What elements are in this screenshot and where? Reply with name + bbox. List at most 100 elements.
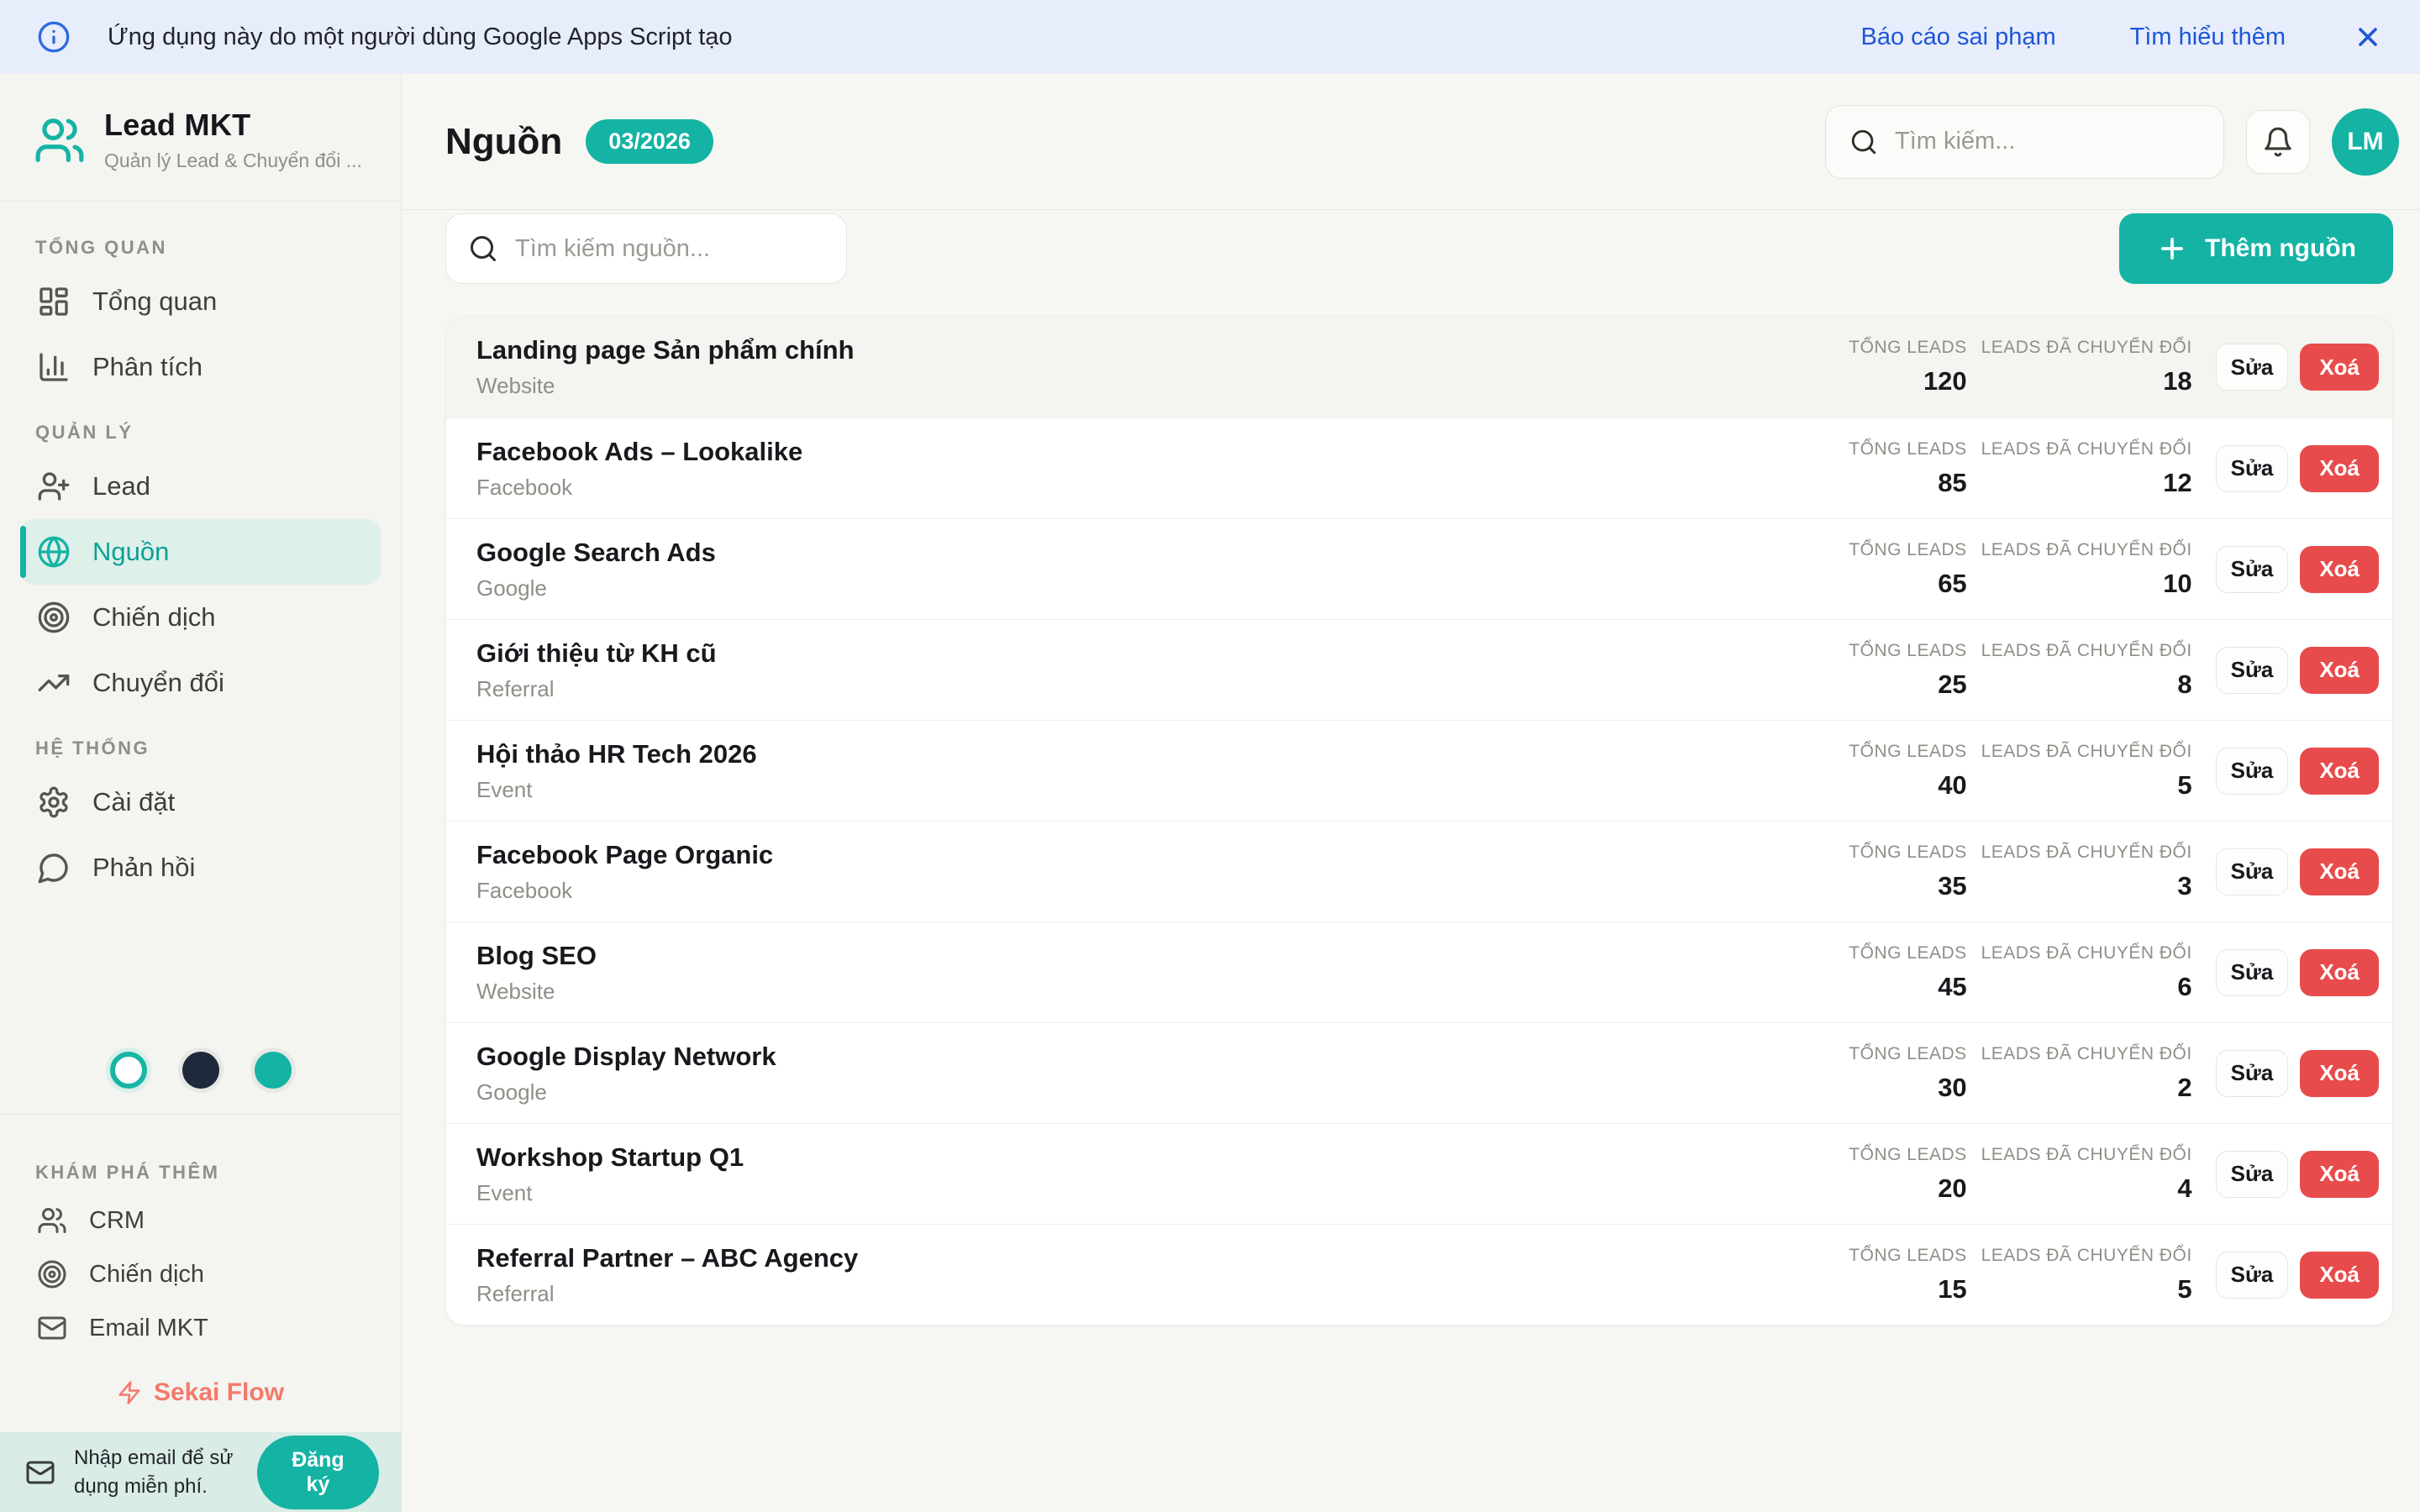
- source-row[interactable]: Giới thiệu từ KH cũ Referral TỔNG LEADS …: [446, 619, 2392, 720]
- source-row[interactable]: Blog SEO Website TỔNG LEADS 45 LEADS ĐÃ …: [446, 921, 2392, 1022]
- sidebar-item-crm[interactable]: CRM: [20, 1194, 381, 1247]
- total-leads-value: 20: [1824, 1173, 1967, 1204]
- converted-leads-value: 8: [1967, 669, 2192, 700]
- add-source-button[interactable]: Thêm nguồn: [2119, 213, 2393, 284]
- source-row[interactable]: Facebook Page Organic Facebook TỔNG LEAD…: [446, 821, 2392, 921]
- edit-button[interactable]: Sửa: [2216, 1252, 2289, 1299]
- delete-button[interactable]: Xoá: [2300, 647, 2379, 694]
- bar-chart-icon: [37, 350, 71, 384]
- sidebar: Lead MKT Quản lý Lead & Chuyển đổi ... T…: [0, 74, 402, 1512]
- source-type: Google: [476, 575, 1824, 601]
- delete-button[interactable]: Xoá: [2300, 848, 2379, 895]
- sekai-flow-link[interactable]: Sekai Flow: [0, 1355, 401, 1432]
- theme-dot-light[interactable]: [110, 1052, 147, 1089]
- trending-up-icon: [37, 666, 71, 700]
- apps-script-banner: Ứng dụng này do một người dùng Google Ap…: [0, 0, 2420, 74]
- edit-button[interactable]: Sửa: [2216, 748, 2289, 795]
- plus-icon: [2156, 233, 2188, 265]
- sidebar-item-chien-dich-discover[interactable]: Chiến dịch: [20, 1247, 381, 1301]
- delete-button[interactable]: Xoá: [2300, 748, 2379, 795]
- close-icon[interactable]: [2353, 22, 2383, 52]
- total-leads-stat: TỔNG LEADS 45: [1824, 943, 1967, 1002]
- total-leads-stat: TỔNG LEADS 25: [1824, 641, 1967, 700]
- converted-leads-stat: LEADS ĐÃ CHUYỂN ĐỔI 8: [1967, 641, 2192, 700]
- source-type: Referral: [476, 1281, 1824, 1307]
- total-leads-value: 30: [1824, 1073, 1967, 1103]
- source-name: Referral Partner – ABC Agency: [476, 1243, 1824, 1273]
- global-search-input[interactable]: [1895, 128, 2200, 155]
- sidebar-item-lead[interactable]: Lead: [20, 454, 381, 519]
- target-icon: [37, 1259, 67, 1289]
- notifications-button[interactable]: [2246, 110, 2310, 174]
- edit-button[interactable]: Sửa: [2216, 344, 2289, 391]
- sidebar-item-label: Phản hồi: [92, 853, 195, 883]
- mail-icon: [25, 1457, 55, 1488]
- delete-button[interactable]: Xoá: [2300, 546, 2379, 593]
- converted-leads-stat: LEADS ĐÃ CHUYỂN ĐỔI 12: [1967, 439, 2192, 498]
- delete-button[interactable]: Xoá: [2300, 1151, 2379, 1198]
- source-type: Referral: [476, 676, 1824, 702]
- edit-button[interactable]: Sửa: [2216, 1050, 2289, 1097]
- sidebar-item-chuyen-doi[interactable]: Chuyển đổi: [20, 650, 381, 716]
- edit-button[interactable]: Sửa: [2216, 1151, 2289, 1198]
- delete-button[interactable]: Xoá: [2300, 1252, 2379, 1299]
- total-leads-value: 40: [1824, 770, 1967, 801]
- add-source-label: Thêm nguồn: [2205, 234, 2356, 263]
- sidebar-item-cai-dat[interactable]: Cài đặt: [20, 769, 381, 835]
- theme-dot-teal[interactable]: [255, 1052, 292, 1089]
- sidebar-item-chien-dich[interactable]: Chiến dịch: [20, 585, 381, 650]
- source-row[interactable]: Referral Partner – ABC Agency Referral T…: [446, 1224, 2392, 1325]
- edit-button[interactable]: Sửa: [2216, 848, 2289, 895]
- source-search[interactable]: [445, 213, 847, 284]
- avatar[interactable]: LM: [2332, 108, 2399, 176]
- edit-button[interactable]: Sửa: [2216, 445, 2289, 492]
- sidebar-item-tong-quan[interactable]: Tổng quan: [20, 269, 381, 334]
- globe-icon: [37, 535, 71, 569]
- delete-button[interactable]: Xoá: [2300, 344, 2379, 391]
- target-icon: [37, 601, 71, 634]
- source-name: Hội thảo HR Tech 2026: [476, 739, 1824, 769]
- source-type: Google: [476, 1079, 1824, 1105]
- search-icon: [468, 234, 498, 264]
- source-search-input[interactable]: [515, 235, 824, 263]
- source-row[interactable]: Facebook Ads – Lookalike Facebook TỔNG L…: [446, 417, 2392, 518]
- total-leads-label: TỔNG LEADS: [1824, 943, 1967, 963]
- source-row[interactable]: Hội thảo HR Tech 2026 Event TỔNG LEADS 4…: [446, 720, 2392, 821]
- source-name: Landing page Sản phẩm chính: [476, 335, 1824, 365]
- edit-button[interactable]: Sửa: [2216, 949, 2289, 996]
- sidebar-item-nguon[interactable]: Nguồn: [20, 519, 381, 585]
- converted-leads-stat: LEADS ĐÃ CHUYỂN ĐỔI 10: [1967, 540, 2192, 599]
- row-actions: Sửa Xoá: [2216, 748, 2379, 795]
- source-row[interactable]: Landing page Sản phẩm chính Website TỔNG…: [446, 317, 2392, 417]
- theme-dot-navy[interactable]: [182, 1052, 219, 1089]
- converted-leads-label: LEADS ĐÃ CHUYỂN ĐỔI: [1967, 742, 2192, 762]
- content: Thêm nguồn Landing page Sản phẩm chính W…: [402, 210, 2420, 1512]
- report-abuse-link[interactable]: Báo cáo sai phạm: [1861, 24, 2056, 51]
- source-info: Facebook Page Organic Facebook: [476, 840, 1824, 904]
- edit-button[interactable]: Sửa: [2216, 647, 2289, 694]
- sidebar-item-phan-hoi[interactable]: Phản hồi: [20, 835, 381, 900]
- global-search[interactable]: [1825, 105, 2224, 179]
- total-leads-stat: TỔNG LEADS 30: [1824, 1044, 1967, 1103]
- sidebar-item-label: CRM: [89, 1207, 145, 1235]
- total-leads-value: 25: [1824, 669, 1967, 700]
- source-name: Workshop Startup Q1: [476, 1142, 1824, 1173]
- mail-icon: [37, 1313, 67, 1343]
- zap-icon: [117, 1380, 142, 1405]
- delete-button[interactable]: Xoá: [2300, 949, 2379, 996]
- source-info: Facebook Ads – Lookalike Facebook: [476, 437, 1824, 501]
- chat-icon: [37, 851, 71, 885]
- delete-button[interactable]: Xoá: [2300, 1050, 2379, 1097]
- section-label-overview: TỔNG QUAN: [35, 237, 366, 259]
- source-row[interactable]: Google Search Ads Google TỔNG LEADS 65 L…: [446, 518, 2392, 619]
- source-row[interactable]: Workshop Startup Q1 Event TỔNG LEADS 20 …: [446, 1123, 2392, 1224]
- row-actions: Sửa Xoá: [2216, 546, 2379, 593]
- edit-button[interactable]: Sửa: [2216, 546, 2289, 593]
- delete-button[interactable]: Xoá: [2300, 445, 2379, 492]
- sidebar-item-phan-tich[interactable]: Phân tích: [20, 334, 381, 400]
- sidebar-item-email-mkt[interactable]: Email MKT: [20, 1301, 381, 1355]
- learn-more-link[interactable]: Tìm hiểu thêm: [2130, 24, 2286, 51]
- converted-leads-value: 2: [1967, 1073, 2192, 1103]
- signup-button[interactable]: Đăng ký: [257, 1436, 379, 1509]
- source-row[interactable]: Google Display Network Google TỔNG LEADS…: [446, 1022, 2392, 1123]
